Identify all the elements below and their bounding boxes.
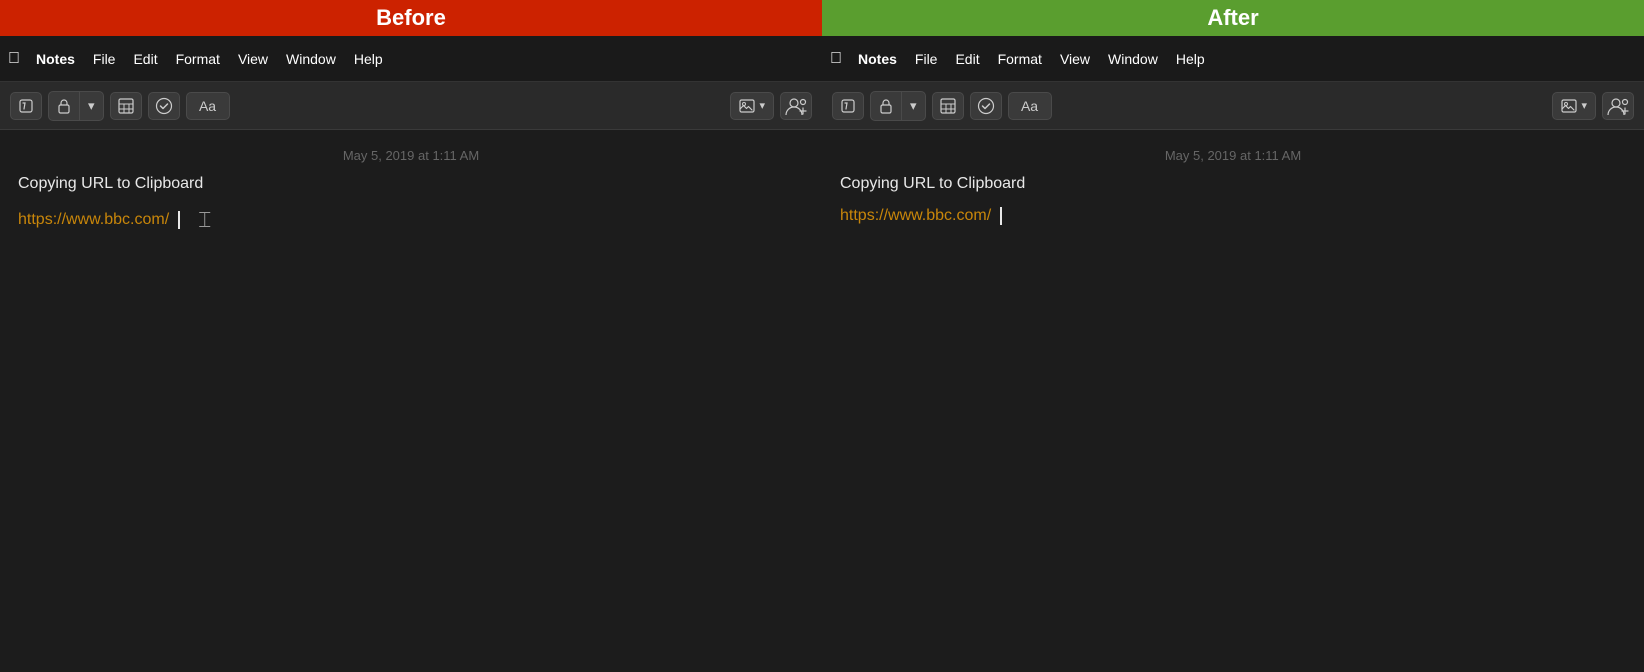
after-checklist-button[interactable] <box>970 92 1002 120</box>
after-new-note-button[interactable] <box>832 92 864 120</box>
table-button[interactable] <box>110 92 142 120</box>
after-media-button[interactable]: ▾ <box>1552 92 1596 120</box>
menu-window[interactable]: Window <box>278 48 344 70</box>
after-lock-chevron-icon[interactable]: ▾ <box>901 92 925 120</box>
format-label: Aa <box>199 98 216 114</box>
after-collaborator-button[interactable] <box>1602 92 1634 120</box>
after-content: May 5, 2019 at 1:11 AM Copying URL to Cl… <box>822 130 1644 672</box>
menu-help[interactable]: Help <box>346 48 391 70</box>
menu-view[interactable]: View <box>230 48 276 70</box>
after-menu-file[interactable]: File <box>907 48 946 70</box>
after-note-url: https://www.bbc.com/ <box>822 207 1644 225</box>
after-menubar:  Notes File Edit Format View Window Hel… <box>822 36 1644 82</box>
media-button[interactable]: ▾ <box>730 92 774 120</box>
apple-logo-icon:  <box>8 50 20 68</box>
before-label-text: Before <box>376 5 446 31</box>
checklist-button[interactable] <box>148 92 180 120</box>
after-menu-view[interactable]: View <box>1052 48 1098 70</box>
before-panel: Before  Notes File Edit Format View Win… <box>0 0 822 672</box>
after-table-button[interactable] <box>932 92 964 120</box>
before-url-text: https://www.bbc.com/ <box>18 211 169 229</box>
after-toolbar-right: ▾ <box>1552 92 1634 120</box>
collaborator-button[interactable] <box>780 92 812 120</box>
before-note-url: https://www.bbc.com/ ⌶ <box>0 207 822 233</box>
before-ibeam-cursor-icon: ⌶ <box>198 207 211 233</box>
media-dropdown-icon: ▾ <box>759 99 765 112</box>
lock-chevron-icon[interactable]: ▾ <box>79 92 103 120</box>
after-text-cursor <box>1000 207 1002 225</box>
after-label: After <box>822 0 1644 36</box>
new-note-button[interactable] <box>10 92 42 120</box>
before-label: Before <box>0 0 822 36</box>
after-toolbar: ▾ Aa <box>822 82 1644 130</box>
after-media-dropdown-icon: ▾ <box>1581 99 1587 112</box>
after-note-title: Copying URL to Clipboard <box>822 175 1644 193</box>
after-menu-format[interactable]: Format <box>990 48 1050 70</box>
before-timestamp: May 5, 2019 at 1:11 AM <box>0 130 822 175</box>
menu-format[interactable]: Format <box>168 48 228 70</box>
menu-edit[interactable]: Edit <box>125 48 165 70</box>
after-menu-notes[interactable]: Notes <box>850 48 905 70</box>
after-menu-window[interactable]: Window <box>1100 48 1166 70</box>
after-lock-button[interactable] <box>871 92 901 120</box>
after-url-text: https://www.bbc.com/ <box>840 207 991 225</box>
menu-notes[interactable]: Notes <box>28 48 83 70</box>
after-format-label: Aa <box>1021 98 1038 114</box>
lock-button[interactable] <box>49 92 79 120</box>
after-timestamp: May 5, 2019 at 1:11 AM <box>822 130 1644 175</box>
before-content: May 5, 2019 at 1:11 AM Copying URL to Cl… <box>0 130 822 672</box>
toolbar-right: ▾ <box>730 92 812 120</box>
before-toolbar: ▾ Aa <box>0 82 822 130</box>
after-menu-edit[interactable]: Edit <box>947 48 987 70</box>
after-panel: After  Notes File Edit Format View Wind… <box>822 0 1644 672</box>
before-note-title: Copying URL to Clipboard <box>0 175 822 193</box>
before-menubar:  Notes File Edit Format View Window Hel… <box>0 36 822 82</box>
after-menu-help[interactable]: Help <box>1168 48 1213 70</box>
before-text-cursor <box>178 211 180 229</box>
after-apple-logo-icon:  <box>830 50 842 68</box>
after-format-button[interactable]: Aa <box>1008 92 1052 120</box>
after-lock-button-group[interactable]: ▾ <box>870 91 926 121</box>
menu-file[interactable]: File <box>85 48 124 70</box>
lock-button-group[interactable]: ▾ <box>48 91 104 121</box>
after-label-text: After <box>1207 5 1258 31</box>
format-button[interactable]: Aa <box>186 92 230 120</box>
